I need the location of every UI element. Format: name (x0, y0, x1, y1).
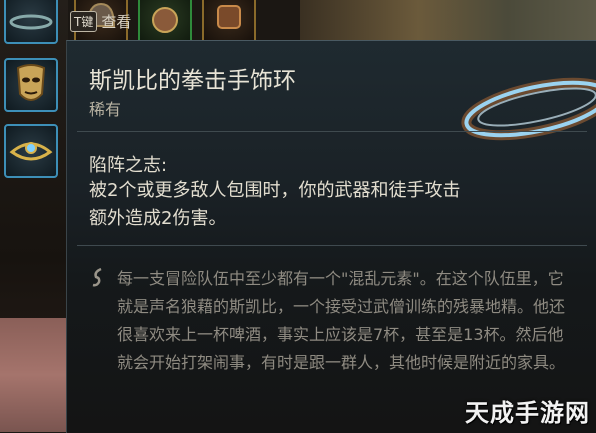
item-name: 斯凯比的拳击手饰环 (89, 68, 296, 94)
bracelet-item-image (461, 77, 596, 141)
lore-text: 每一支冒险队伍中至少都有一个"混乱元素"。在这个队伍里，它就是声名狼藉的斯凯比，… (117, 269, 566, 372)
character-portrait-area (0, 318, 68, 432)
item-rarity: 稀有 (89, 100, 122, 119)
passive-title: 陷阵之志: (89, 155, 168, 176)
item-icon (152, 7, 178, 33)
amulet-icon (9, 142, 53, 161)
tooltip-divider-lore (77, 245, 587, 246)
inspect-hint[interactable]: T键 查看 (70, 8, 131, 34)
inventory-slot-amulet[interactable] (4, 124, 58, 178)
inventory-slot-bracelet[interactable] (4, 0, 58, 44)
item-tooltip: 斯凯比的拳击手饰环 稀有 陷阵之志: 被2个或更多敌人包围时，你的武器和徒手攻击… (66, 40, 596, 433)
inspect-label: 查看 (101, 12, 132, 31)
quote-icon (92, 267, 102, 287)
bracelet-icon (9, 14, 53, 30)
tooltip-divider (77, 131, 587, 132)
mask-icon (16, 64, 46, 101)
key-badge: T键 (70, 10, 98, 32)
inventory-slot-gear[interactable] (202, 0, 256, 44)
inventory-slot-mask[interactable] (4, 58, 58, 112)
watermark: 天成手游网 (465, 399, 590, 427)
passive-description: 被2个或更多敌人包围时，你的武器和徒手攻击额外造成2伤害。 (89, 180, 461, 229)
gear-item-icon (217, 5, 241, 29)
inventory-slot-item[interactable] (138, 0, 192, 44)
